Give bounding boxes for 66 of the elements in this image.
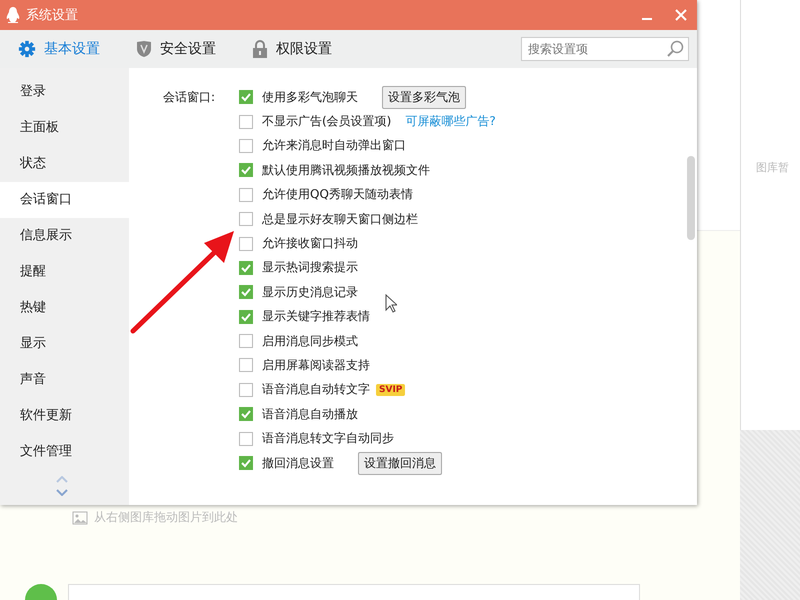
option-label: 启用消息同步模式 [262,332,358,350]
checkbox[interactable] [239,310,253,324]
drop-hint-text: 从右侧图库拖动图片到此处 [94,509,238,526]
settings-tab[interactable]: 安全设置 [136,40,216,58]
gallery-empty-text: 图库暂 [756,161,789,174]
option-label: 默认使用腾讯视频播放视频文件 [262,162,430,179]
option-label: 语音消息转文字自动同步 [262,430,394,448]
sidebar-item[interactable]: 热键 [0,290,129,326]
checkbox[interactable] [239,456,253,470]
sidebar-item[interactable]: 状态 [0,146,129,182]
checkbox[interactable] [239,334,253,348]
option-label: 允许接收窗口抖动 [262,235,358,252]
help-link[interactable]: 可屏蔽哪些广告? [405,113,496,130]
sidebar-item[interactable]: 主面板 [0,110,129,146]
checkbox[interactable] [239,90,253,104]
option-label: 显示历史消息记录 [262,284,358,301]
chevron-down-icon[interactable] [56,489,68,496]
checkbox[interactable] [239,432,253,446]
option-label: 显示关键字推荐表情 [262,308,370,326]
checkbox[interactable] [239,163,253,178]
sidebar-item[interactable]: 显示 [0,326,129,362]
lock-icon [252,40,268,58]
search-icon [666,40,684,58]
sidebar-item[interactable]: 软件更新 [0,398,129,434]
option-label: 显示热词搜索提示 [262,259,358,276]
settings-button[interactable]: 设置撤回消息 [358,452,442,475]
checkbox[interactable] [239,358,253,372]
sidebar-item[interactable]: 提醒 [0,254,129,290]
close-icon[interactable] [675,9,687,21]
checkbox[interactable] [239,260,253,275]
option-label: 语音消息自动播放 [262,406,358,423]
checkbox[interactable] [239,285,253,300]
settings-tab[interactable]: 权限设置 [252,40,332,58]
sidebar-item[interactable]: 会话窗口 [0,182,129,218]
sidebar-item[interactable]: 文件管理 [0,434,129,470]
sidebar-item[interactable]: 信息展示 [0,218,129,254]
option-label: 撤回消息设置 [262,454,334,472]
settings-button[interactable]: 设置多彩气泡 [382,86,466,109]
vip-badge: SVIP [376,384,406,396]
scrollbar-thumb[interactable] [687,156,695,240]
window-title: 系统设置 [26,7,79,24]
penguin-icon [6,7,20,23]
image-icon [72,510,88,524]
shield-icon [136,40,152,58]
chevron-up-icon[interactable] [56,476,68,483]
checkbox[interactable] [239,382,253,397]
sidebar-item[interactable]: 声音 [0,362,129,398]
checkbox[interactable] [239,407,253,422]
search-field[interactable]: 搜索设置项 [521,37,689,61]
checkbox[interactable] [239,114,253,129]
mouse-cursor-icon [385,294,397,314]
section-label: 会话窗口: [163,89,216,106]
sidebar-item[interactable]: 登录 [0,74,129,110]
option-label: 语音消息自动转文字 [262,381,370,398]
gear-icon [18,40,36,58]
checkbox[interactable] [239,138,253,153]
option-label: 允许使用QQ秀聊天随动表情 [262,186,413,204]
option-label: 不显示广告(会员设置项) [262,113,392,130]
checkbox[interactable] [239,188,253,202]
settings-tab[interactable]: 基本设置 [18,40,100,58]
checkbox[interactable] [239,236,253,251]
option-label: 允许来消息时自动弹出窗口 [262,137,406,154]
checkbox[interactable] [239,212,253,226]
option-label: 总是显示好友聊天窗口侧边栏 [262,210,418,228]
option-label: 启用屏幕阅读器支持 [262,356,370,374]
option-label: 使用多彩气泡聊天 [262,88,358,106]
